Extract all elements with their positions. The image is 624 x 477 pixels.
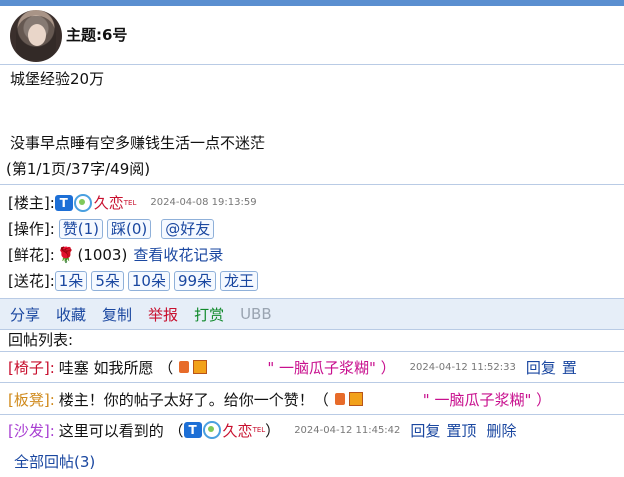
t-icon: T [54,195,73,211]
send-label: [送花]: [8,272,55,290]
at-friend-button[interactable]: @好友 [161,219,215,239]
reply-text: 这里可以看到的 （ [58,421,184,440]
ops-row: [操作]: 赞(1) 踩(0) @好友 [8,216,258,242]
send-10-button[interactable]: 10朵 [127,271,170,291]
tel-badge: TEL [252,426,266,434]
qq-icon [202,421,221,439]
author-row: [楼主]: T 久恋 TEL 2024-04-08 19:13:59 [8,190,258,216]
report-link[interactable]: 举报 [148,304,178,325]
reply-nick[interactable]: " 一脑瓜子浆糊" ） [267,357,395,378]
flower-label: [鲜花]: [8,246,55,264]
send-king-button[interactable]: 龙王 [220,271,259,291]
reply-floor: [沙发]: [8,421,55,440]
level-badge-icon [348,392,363,406]
pin-button[interactable]: 置 [562,357,577,378]
author-name[interactable]: 久恋 [94,190,124,216]
reply-time: 2024-04-12 11:52:33 [409,361,516,373]
reply-floor: [椅子]: [8,358,55,377]
author-label: [楼主]: [8,194,55,212]
delete-button[interactable]: 删除 [486,420,516,441]
reply-nick[interactable]: 久恋 [223,420,253,441]
author-time: 2024-04-08 19:13:59 [150,197,257,208]
favorite-link[interactable]: 收藏 [56,304,86,325]
divider [0,382,624,383]
like-button[interactable]: 赞(1) [58,219,104,239]
send-5-button[interactable]: 5朵 [91,271,124,291]
divider [0,414,624,415]
page-meta: (第1/1页/37字/49阅) [6,160,151,178]
user-badge-icon [179,361,190,373]
send-99-button[interactable]: 99朵 [173,271,217,291]
post-info: [楼主]: T 久恋 TEL 2024-04-08 19:13:59 [操作]: … [8,190,259,294]
flower-record-link[interactable]: 查看收花记录 [133,242,223,268]
content-line-2: 没事早点睡有空多赚钱生活一点不迷茫 [10,134,266,152]
dislike-button[interactable]: 踩(0) [107,219,152,239]
ubb-link[interactable]: UBB [240,305,272,323]
divider [0,184,624,185]
reply-item: [沙发]: 这里可以看到的 （ T 久恋 TEL ） 2024-04-12 11:… [8,416,624,444]
qq-icon [73,194,92,212]
reply-close-paren: ） [265,421,281,440]
user-badge-icon [334,393,345,405]
send-flower-row: [送花]: 1朵 5朵 10朵 99朵 龙王 [8,268,259,294]
action-bar: 分享 收藏 复制 举报 打赏 UBB [0,298,624,330]
copy-link[interactable]: 复制 [102,304,132,325]
flower-count: (1003) [77,246,128,264]
avatar-face [28,24,46,46]
replies-title: 回帖列表: [8,331,74,349]
divider [0,351,624,352]
reply-text: 哇塞 如我所愿 （ [58,358,174,377]
reply-button[interactable]: 回复 [526,357,556,378]
avatar[interactable] [10,10,62,62]
post-content: 城堡经验20万 没事早点睡有空多赚钱生活一点不迷茫 [10,68,614,154]
flower-row: [鲜花]: 🌹 (1003) 查看收花记录 [8,242,258,268]
topic-title: 主题:6号 [66,26,128,44]
reply-item: [椅子]: 哇塞 如我所愿 （ " 一脑瓜子浆糊" ） 2024-04-12 1… [8,353,624,381]
reply-item: [板凳]: 楼主！你的帖子太好了。给你一个赞！（ " 一脑瓜子浆糊" ） [8,385,624,413]
reply-nick[interactable]: " 一脑瓜子浆糊" ） [423,389,551,410]
reply-floor: [板凳]: [8,390,55,409]
reply-time: 2024-04-12 11:45:42 [294,424,401,436]
share-link[interactable]: 分享 [10,304,40,325]
level-badge-icon [193,360,208,374]
rose-icon: 🌹 [56,246,76,264]
post-header: 主题:6号 [0,6,624,65]
content-line-1: 城堡经验20万 [10,70,105,88]
reply-text: 楼主！你的帖子太好了。给你一个赞！（ [58,390,329,409]
send-1-button[interactable]: 1朵 [54,271,88,291]
tel-badge: TEL [123,199,137,207]
all-replies-link[interactable]: 全部回帖(3) [14,451,95,472]
tip-link[interactable]: 打赏 [194,304,224,325]
ops-label: [操作]: [8,220,55,238]
pin-button[interactable]: 置顶 [446,420,476,441]
t-icon: T [183,422,202,438]
reply-button[interactable]: 回复 [410,420,440,441]
